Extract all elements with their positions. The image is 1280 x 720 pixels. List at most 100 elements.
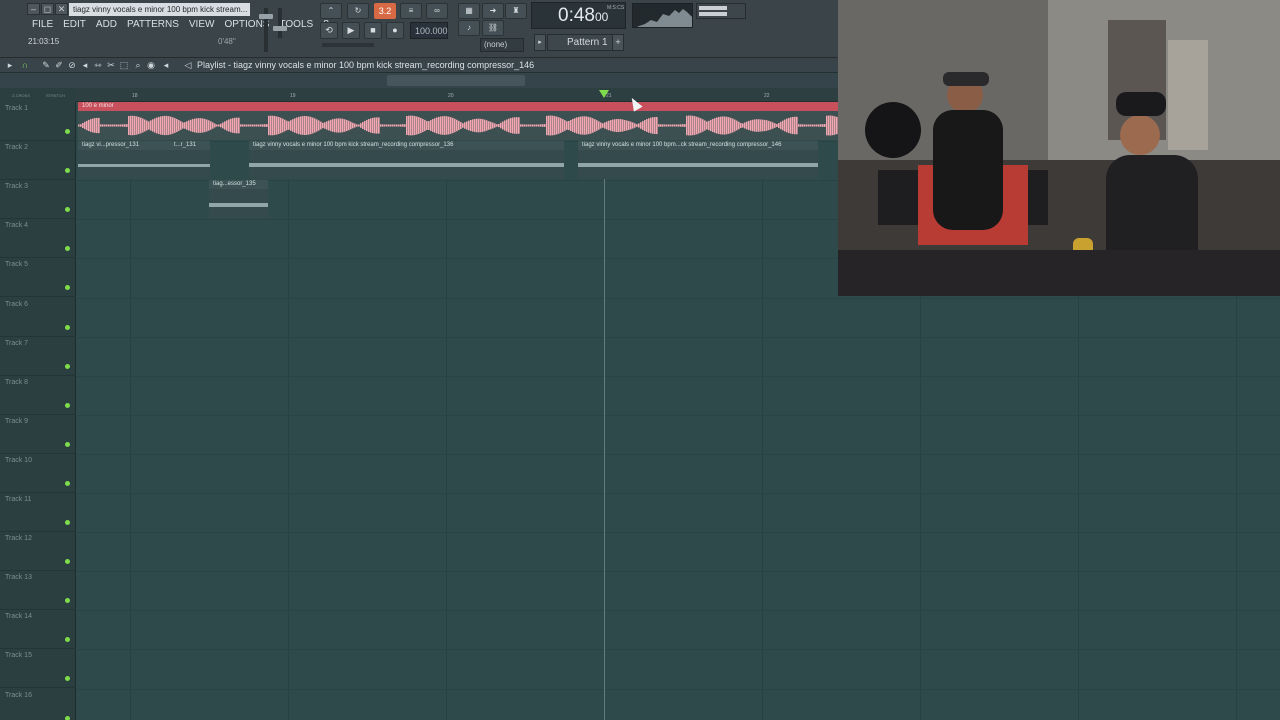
track-header[interactable]: Track 3 <box>0 180 76 220</box>
pattern-add-button[interactable]: + <box>612 34 624 51</box>
audio-clip[interactable]: tiagz vinny vocals e minor 100 bpm kick … <box>249 141 564 179</box>
track-enable-led[interactable] <box>65 559 70 565</box>
play-button[interactable]: ▶ <box>342 22 360 39</box>
track-enable-led[interactable] <box>65 637 70 643</box>
track-header[interactable]: Track 2 <box>0 141 76 181</box>
playhead-marker[interactable] <box>599 90 609 98</box>
track-header[interactable]: Track 12 <box>0 532 76 572</box>
paint-tool-icon[interactable]: ✐ <box>54 59 64 71</box>
track-enable-led[interactable] <box>65 520 70 525</box>
slice-tool-icon[interactable]: ✂ <box>106 59 116 71</box>
timeline-ruler[interactable]: 18 19 20 21 22 <box>76 88 838 102</box>
track-header[interactable]: Track 5 <box>0 258 76 298</box>
record-button[interactable]: ● <box>386 22 404 39</box>
snap-select[interactable]: (none) <box>480 38 524 52</box>
arrow-right-icon[interactable]: ➜ <box>482 3 504 19</box>
overview-scroll-thumb[interactable] <box>387 75 525 86</box>
track-enable-led[interactable] <box>65 441 70 447</box>
minimize-icon[interactable]: – <box>27 3 40 15</box>
browser-icon[interactable]: ♪ <box>458 20 480 36</box>
track-header[interactable]: Track 11 <box>0 493 76 532</box>
playlist-menu-icon[interactable]: ▸ <box>5 59 15 71</box>
audio-clip[interactable]: tiag...essor_135 <box>209 180 268 218</box>
tempo-tool-icon[interactable]: ◂ <box>161 59 171 71</box>
wait-icon[interactable]: ↻ <box>347 3 369 19</box>
tempo-field[interactable]: 100.000 <box>410 22 448 39</box>
select-tool-icon[interactable]: ⬚ <box>119 59 129 71</box>
slip-tool-icon[interactable]: ⇿ <box>93 59 103 71</box>
waveform-bar <box>432 119 434 132</box>
track-enable-led[interactable] <box>65 285 70 291</box>
track-enable-led[interactable] <box>65 129 70 134</box>
track-enable-led[interactable] <box>65 324 70 330</box>
zoom-tool-icon[interactable]: ⌕ <box>133 59 143 71</box>
track-enable-led[interactable] <box>65 207 70 213</box>
draw-tool-icon[interactable]: ✎ <box>41 59 51 71</box>
track-header[interactable]: Track 16 <box>0 689 76 720</box>
track-enable-led[interactable] <box>65 598 70 604</box>
track-header[interactable]: Track 4 <box>0 219 76 259</box>
track-enable-led[interactable] <box>65 246 70 252</box>
menu-file[interactable]: FILE <box>27 18 58 32</box>
track-enable-led[interactable] <box>65 168 70 174</box>
snap-magnet-icon[interactable]: ∩ <box>19 59 31 71</box>
audio-clip-main[interactable]: 100 e minor <box>78 102 838 140</box>
audio-clip[interactable]: tiagz vi...pressor_131 <box>78 141 170 179</box>
waveform-bar <box>676 124 678 127</box>
track-header[interactable]: Track 6 <box>0 298 76 337</box>
master-pitch-slider[interactable] <box>273 8 287 38</box>
track-header[interactable]: Track 15 <box>0 649 76 689</box>
stop-button[interactable]: ■ <box>364 22 382 39</box>
master-volume-bar[interactable] <box>322 43 374 47</box>
track-header[interactable]: Track 10 <box>0 454 76 493</box>
speaker-icon[interactable]: ◁ <box>183 59 193 71</box>
track-enable-led[interactable] <box>65 480 70 486</box>
waveform-bar <box>688 115 690 136</box>
track-header[interactable]: Track 8 <box>0 376 76 415</box>
waveform-bar <box>570 119 572 132</box>
metronome-icon[interactable]: ⌃ <box>320 3 342 19</box>
waveform-bar <box>748 120 750 131</box>
menu-add[interactable]: ADD <box>91 18 122 32</box>
loop-record-icon[interactable]: ∞ <box>426 3 448 19</box>
waveform-bar <box>96 117 98 134</box>
waveform-bar <box>614 119 616 132</box>
track-header[interactable]: Track 14 <box>0 610 76 650</box>
track-header[interactable]: Track 9 <box>0 415 76 454</box>
menu-edit[interactable]: EDIT <box>58 18 91 32</box>
step-edit-icon[interactable]: ≡ <box>400 3 422 19</box>
mixer-icon[interactable]: ♜ <box>505 3 527 19</box>
pattern-prev-button[interactable]: ▸ <box>534 34 546 51</box>
link-icon[interactable]: ⛓ <box>482 20 504 36</box>
playback-tool-icon[interactable]: ◉ <box>146 59 156 71</box>
waveform-bar <box>124 124 126 127</box>
master-volume-slider[interactable] <box>259 8 273 52</box>
waveform-bar <box>738 121 740 130</box>
audio-clip[interactable]: tiagz vinny vocals e minor 100 bpm...ck … <box>578 141 818 179</box>
menu-view[interactable]: VIEW <box>184 18 220 32</box>
stretch-label[interactable]: STRETCH <box>46 93 65 98</box>
waveform-bar <box>230 118 232 133</box>
track-enable-led[interactable] <box>65 676 70 682</box>
track-enable-led[interactable] <box>65 715 70 720</box>
menu-patterns[interactable]: PATTERNS <box>122 18 184 32</box>
track-header[interactable]: Track 7 <box>0 337 76 376</box>
track-header[interactable]: Track 13 <box>0 571 76 611</box>
restore-icon[interactable]: ◻ <box>41 3 54 15</box>
delete-tool-icon[interactable]: ⊘ <box>67 59 77 71</box>
waveform-bar <box>368 119 370 132</box>
pattern-selector[interactable]: Pattern 1 <box>547 34 620 51</box>
track-header[interactable]: Track 1 <box>0 102 76 141</box>
z-cross-label[interactable]: Z-CROSS <box>12 93 30 98</box>
track-enable-led[interactable] <box>65 402 70 408</box>
audio-clip[interactable]: t...r_131 <box>170 141 210 179</box>
piano-roll-icon[interactable]: ▦ <box>458 3 480 19</box>
waveform-bar <box>704 120 706 131</box>
close-icon[interactable]: ✕ <box>55 3 68 15</box>
pattern-song-toggle[interactable]: ⟲ <box>320 22 338 39</box>
countdown-toggle[interactable]: 3.2 <box>374 3 396 19</box>
waveform-bar <box>440 116 442 135</box>
mute-tool-icon[interactable]: ◂ <box>80 59 90 71</box>
track-enable-led[interactable] <box>65 363 70 369</box>
clip-label: t...r_131 <box>170 141 210 150</box>
